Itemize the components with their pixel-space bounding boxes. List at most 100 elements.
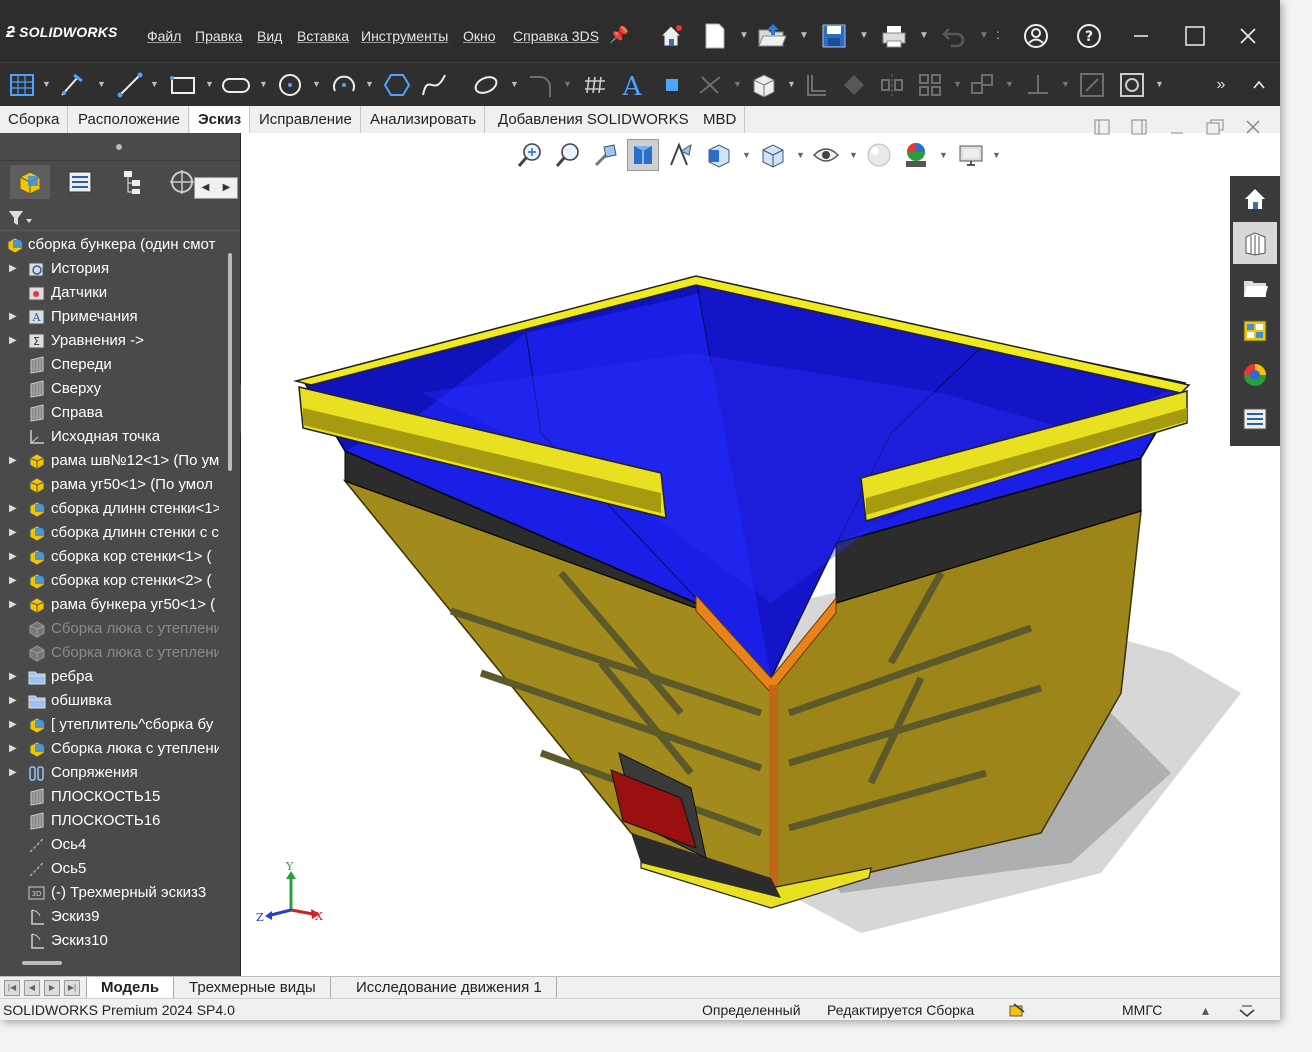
tree-item[interactable]: Исходная точка — [0, 425, 219, 449]
scroll-left-icon[interactable]: ◀ — [195, 178, 216, 198]
tab-sketch[interactable]: Эскиз — [190, 106, 251, 133]
rectangle-icon[interactable] — [167, 69, 199, 101]
offset-surface-icon[interactable] — [838, 69, 870, 101]
linear-pattern-icon[interactable] — [914, 69, 946, 101]
minimize-icon[interactable] — [1123, 20, 1159, 52]
grid-dropdown-icon[interactable]: ▼ — [42, 79, 51, 89]
tree-item[interactable]: ▶ сборка кор стенки<2> ( — [0, 569, 219, 593]
tree-item[interactable]: ▶ обшивка — [0, 689, 219, 713]
tab-mbd[interactable]: MBD — [695, 106, 746, 133]
ellipse-dropdown-icon[interactable]: ▼ — [510, 79, 519, 89]
open-dropdown-icon[interactable]: ▼ — [799, 30, 809, 41]
expand-arrow-icon[interactable]: ▶ — [9, 737, 17, 761]
tree-horizontal-scrollbar[interactable] — [0, 953, 240, 975]
prev-tab-icon[interactable]: ◀ — [24, 980, 40, 996]
tree-item[interactable]: ▶ [ утеплитель^сборка бу — [0, 713, 219, 737]
file-explorer-icon[interactable] — [1233, 266, 1277, 308]
tree-item[interactable]: ▶ рама бункера уг50<1> ( — [0, 593, 219, 617]
menu-insert[interactable]: Вставка — [297, 28, 349, 44]
feature-manager-tab-icon[interactable] — [10, 165, 50, 199]
tree-item[interactable]: Сверху — [0, 377, 219, 401]
fillet-dropdown-icon[interactable]: ▼ — [563, 79, 572, 89]
line-icon[interactable] — [114, 69, 146, 101]
menu-file[interactable]: Файл — [147, 28, 181, 44]
tree-vertical-scrollbar[interactable] — [220, 233, 240, 951]
tree-item[interactable]: ▶ Σ Уравнения -> — [0, 329, 219, 353]
tree-item[interactable]: ▶ сборка кор стенки<1> ( — [0, 545, 219, 569]
help-icon[interactable]: ? — [1071, 18, 1107, 54]
tree-item[interactable]: рама уг50<1> (По умол — [0, 473, 219, 497]
tree-item[interactable]: Эскиз9 — [0, 905, 219, 929]
arc-dropdown-icon[interactable]: ▼ — [365, 79, 374, 89]
customize-icon[interactable] — [1238, 1002, 1256, 1020]
undo-icon[interactable] — [936, 18, 972, 54]
tab-repair[interactable]: Исправление — [251, 106, 361, 133]
design-library-icon[interactable] — [1233, 222, 1277, 264]
plane-sketch-icon[interactable] — [656, 69, 688, 101]
move-dropdown-icon[interactable]: ▼ — [1005, 79, 1014, 89]
app-logo[interactable]: ƻ SOLIDWORKS — [6, 24, 118, 42]
expand-toolbar-icon[interactable]: » — [1205, 69, 1237, 101]
open-icon[interactable] — [754, 18, 790, 54]
panel-handle[interactable] — [0, 133, 240, 161]
tree-item[interactable]: ПЛОСКОСТЬ15 — [0, 785, 219, 809]
pattern-dropdown-icon[interactable]: ▼ — [953, 79, 962, 89]
expand-arrow-icon[interactable]: ▶ — [9, 665, 17, 689]
last-tab-icon[interactable]: ▶| — [64, 980, 80, 996]
filter-icon[interactable] — [8, 209, 34, 232]
user-icon[interactable] — [1018, 18, 1054, 54]
fillet-icon[interactable] — [524, 69, 556, 101]
quick-snaps-icon[interactable] — [1116, 69, 1148, 101]
tree-item[interactable]: Справа — [0, 401, 219, 425]
offset-icon[interactable] — [800, 69, 832, 101]
menu-edit[interactable]: Правка — [195, 28, 242, 44]
trim-dropdown-icon[interactable]: ▼ — [733, 79, 742, 89]
tree-item[interactable]: Ось4 — [0, 833, 219, 857]
appearances-icon[interactable] — [1233, 354, 1277, 396]
display-relations-icon[interactable] — [1022, 69, 1054, 101]
home-icon[interactable] — [653, 18, 689, 54]
line-dropdown-icon[interactable]: ▼ — [150, 79, 159, 89]
circle-dropdown-icon[interactable]: ▼ — [312, 79, 321, 89]
tree-item[interactable]: ▶ ребра — [0, 665, 219, 689]
graphics-area[interactable]: ▼ ▼ ▼ ▼ ▼ Y X Z — [241, 119, 1280, 976]
first-tab-icon[interactable]: |◀ — [4, 980, 20, 996]
relations-dropdown-icon[interactable]: ▼ — [1061, 79, 1070, 89]
convert-dropdown-icon[interactable]: ▼ — [787, 79, 796, 89]
more-icon[interactable]: : — [996, 26, 1000, 42]
tree-item[interactable]: Сборка люка с утеплени — [0, 641, 219, 665]
new-document-icon[interactable] — [697, 18, 733, 54]
text-icon[interactable]: A — [616, 69, 648, 101]
slot-dropdown-icon[interactable]: ▼ — [259, 79, 268, 89]
expand-arrow-icon[interactable]: ▶ — [9, 449, 17, 473]
configuration-manager-tab-icon[interactable] — [112, 165, 152, 199]
tab-3d-views[interactable]: Трехмерные виды — [175, 977, 331, 999]
expand-arrow-icon[interactable]: ▶ — [9, 689, 17, 713]
grid-icon[interactable] — [6, 69, 38, 101]
expand-arrow-icon[interactable]: ▶ — [9, 257, 17, 281]
solidworks-resources-icon[interactable] — [1233, 178, 1277, 220]
print-icon[interactable] — [876, 18, 912, 54]
rect-dropdown-icon[interactable]: ▼ — [205, 79, 214, 89]
expand-arrow-icon[interactable]: ▶ — [9, 713, 17, 737]
tree-item[interactable]: ▶ сборка длинн стенки с с — [0, 521, 219, 545]
smart-dimension-icon[interactable] — [56, 69, 88, 101]
save-dropdown-icon[interactable]: ▼ — [859, 30, 869, 41]
arc-icon[interactable] — [328, 69, 360, 101]
print-dropdown-icon[interactable]: ▼ — [919, 30, 929, 41]
tree-item[interactable]: Ось5 — [0, 857, 219, 881]
hopper-model[interactable]: Y X Z — [241, 133, 1280, 976]
scroll-right-icon[interactable]: ▶ — [216, 178, 237, 198]
tree-item[interactable]: Эскиз10 — [0, 929, 219, 951]
units-dropdown-icon[interactable]: ▴ — [1202, 1002, 1209, 1019]
menu-view[interactable]: Вид — [257, 28, 282, 44]
tab-model[interactable]: Модель — [86, 977, 175, 999]
tree-item[interactable]: ▶ Сборка люка с утеплени — [0, 737, 219, 761]
menu-window[interactable]: Окно — [463, 28, 496, 44]
expand-arrow-icon[interactable]: ▶ — [9, 761, 17, 785]
maximize-icon[interactable] — [1177, 20, 1213, 52]
tree-item[interactable]: ▶ рама шв№12<1> (По ум — [0, 449, 219, 473]
tree-item[interactable]: ▶ A Примечания — [0, 305, 219, 329]
tree-item[interactable]: ▶ Сопряжения — [0, 761, 219, 785]
expand-arrow-icon[interactable]: ▶ — [9, 521, 17, 545]
